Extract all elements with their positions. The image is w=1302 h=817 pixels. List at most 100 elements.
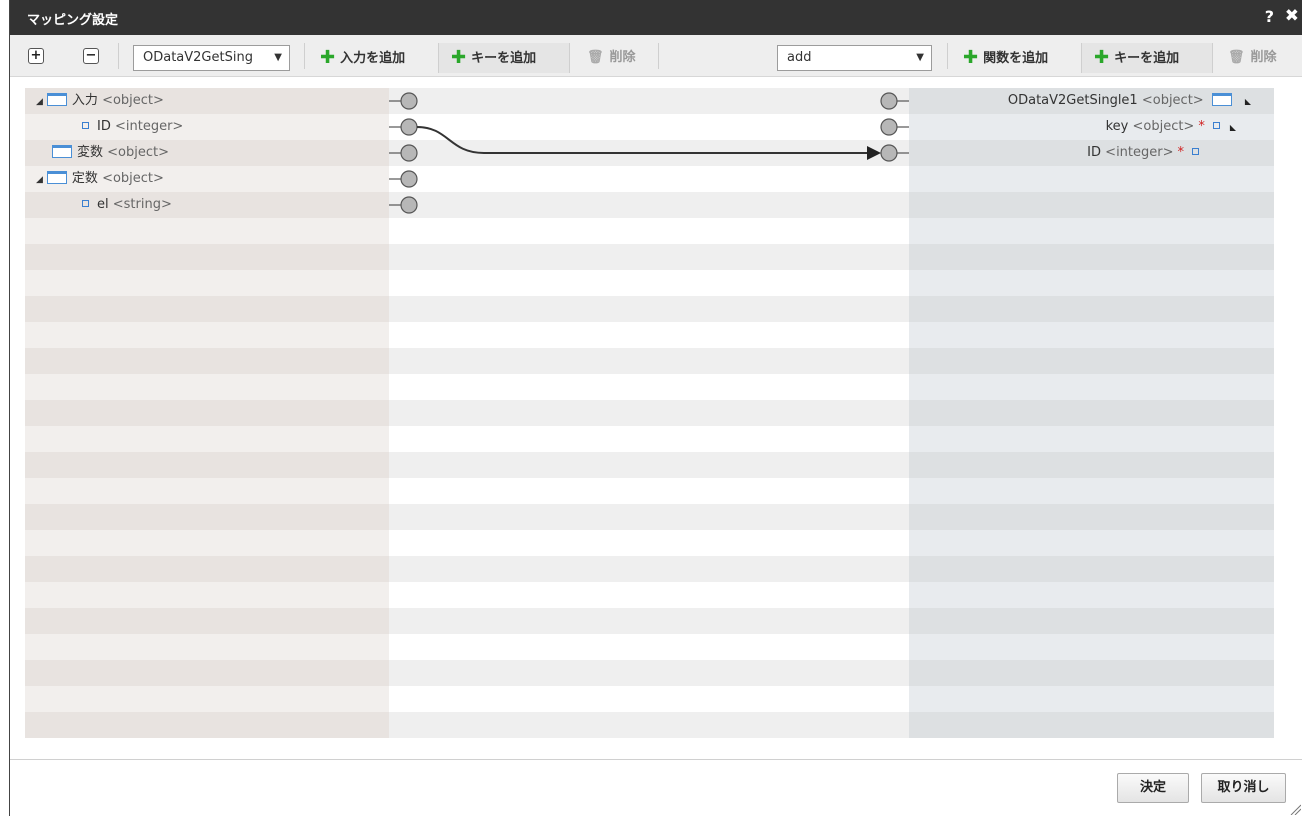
grid-row <box>389 582 909 608</box>
grid-row <box>909 504 1274 530</box>
source-delete-button[interactable]: 🗑 削除 <box>587 43 636 73</box>
grid-row <box>389 322 909 348</box>
grid-row <box>909 686 1274 712</box>
grid-row <box>25 582 389 608</box>
corner-icon: ◣ <box>1244 97 1251 106</box>
toolbar-divider <box>947 43 948 69</box>
resize-handle-icon[interactable] <box>1289 803 1301 815</box>
grid-row <box>389 686 909 712</box>
mapping-connection-line[interactable] <box>416 126 867 154</box>
grid-row <box>909 192 1274 218</box>
grid-row <box>909 400 1274 426</box>
source-port-input[interactable] <box>400 92 418 110</box>
node-label: key <box>1105 119 1129 134</box>
target-node-key[interactable]: key <object> * ◣ <box>1106 114 1236 140</box>
node-label: ODataV2GetSingle1 <box>1007 93 1138 108</box>
help-icon[interactable]: ? <box>1265 7 1274 26</box>
source-node-constants[interactable]: ◢ 定数 <object> <box>36 166 164 192</box>
node-type: <object> <box>1132 119 1195 134</box>
expand-all-button[interactable]: + <box>28 48 44 64</box>
grid-row <box>25 270 389 296</box>
source-port-constants[interactable] <box>400 170 418 188</box>
grid-row <box>389 426 909 452</box>
target-port-key[interactable] <box>880 118 898 136</box>
mapping-lines <box>389 92 909 214</box>
grid-row <box>389 634 909 660</box>
grid-row <box>909 712 1274 738</box>
expand-arrow-icon[interactable]: ◢ <box>36 175 43 185</box>
target-function-select[interactable]: add ▼ <box>777 45 932 71</box>
collapse-all-button[interactable]: − <box>83 48 99 64</box>
grid-row <box>25 634 389 660</box>
node-label: 入力 <box>71 93 98 108</box>
ok-button[interactable]: 決定 <box>1117 773 1189 803</box>
field-icon <box>1192 148 1199 155</box>
add-input-label: 入力を追加 <box>340 51 406 66</box>
grid-row <box>389 504 909 530</box>
add-key-label: キーを追加 <box>1114 51 1180 66</box>
grid-row <box>25 504 389 530</box>
grid-row <box>909 634 1274 660</box>
delete-label: 削除 <box>1250 50 1277 65</box>
grid-row <box>389 452 909 478</box>
delete-label: 削除 <box>609 50 636 65</box>
add-key-label: キーを追加 <box>471 51 537 66</box>
node-type: <integer> <box>1105 145 1174 160</box>
plus-icon: ✚ <box>320 47 336 68</box>
dropdown-arrow-icon: ▼ <box>916 52 924 63</box>
plus-icon: ✚ <box>963 47 979 68</box>
field-icon <box>82 122 89 129</box>
grid-row <box>25 686 389 712</box>
grid-row <box>25 374 389 400</box>
toolbar-divider <box>118 43 119 69</box>
target-tree-panel <box>909 88 1274 738</box>
required-marker: * <box>1198 119 1205 134</box>
toolbar-divider <box>304 43 305 69</box>
expand-arrow-icon[interactable]: ◢ <box>36 97 43 107</box>
grid-row <box>909 348 1274 374</box>
grid-row <box>909 660 1274 686</box>
node-type: <object> <box>102 93 164 108</box>
source-node-variables[interactable]: 変数 <object> <box>52 140 169 166</box>
required-marker: * <box>1177 145 1185 160</box>
node-type: <object> <box>102 171 164 186</box>
object-icon <box>52 145 72 158</box>
target-port-id[interactable] <box>880 144 898 162</box>
source-node-el[interactable]: el <string> <box>82 192 172 218</box>
grid-row <box>389 556 909 582</box>
title-bar[interactable]: マッピング設定 ? ✖ <box>10 0 1302 35</box>
grid-row <box>25 712 389 738</box>
close-icon[interactable]: ✖ <box>1285 6 1299 26</box>
grid-row <box>909 322 1274 348</box>
grid-row <box>909 556 1274 582</box>
target-node-id[interactable]: ID <integer> * <box>1087 140 1199 166</box>
source-port-id[interactable] <box>400 118 418 136</box>
cancel-button[interactable]: 取り消し <box>1201 773 1286 803</box>
grid-row <box>389 348 909 374</box>
mapping-dialog: マッピング設定 ? ✖ + − ODataV2GetSing ▼ ✚ 入力を追加 … <box>9 0 1302 817</box>
target-delete-button[interactable]: 🗑 削除 <box>1228 43 1277 73</box>
node-type: <integer> <box>115 119 184 134</box>
target-add-key-button[interactable]: ✚ キーを追加 <box>1094 43 1179 73</box>
grid-row <box>389 608 909 634</box>
target-node-odata[interactable]: ODataV2GetSingle1 <object> ◣ <box>1008 88 1251 114</box>
source-node-id[interactable]: ID <integer> <box>82 114 183 140</box>
grid-row <box>25 348 389 374</box>
source-add-key-button[interactable]: ✚ キーを追加 <box>451 43 536 73</box>
node-type: <string> <box>112 197 172 212</box>
grid-row <box>25 192 389 218</box>
add-input-button[interactable]: ✚ 入力を追加 <box>320 43 405 73</box>
target-port-odata[interactable] <box>880 92 898 110</box>
source-port-el[interactable] <box>400 196 418 214</box>
dropdown-arrow-icon: ▼ <box>274 52 282 63</box>
source-node-input[interactable]: ◢ 入力 <object> <box>36 88 164 114</box>
source-schema-select[interactable]: ODataV2GetSing ▼ <box>133 45 290 71</box>
grid-row <box>909 374 1274 400</box>
field-icon <box>82 200 89 207</box>
grid-row <box>909 452 1274 478</box>
source-port-variables[interactable] <box>400 144 418 162</box>
add-function-button[interactable]: ✚ 関数を追加 <box>963 43 1048 73</box>
grid-row <box>25 608 389 634</box>
source-schema-value: ODataV2GetSing <box>143 50 253 65</box>
grid-row <box>389 478 909 504</box>
